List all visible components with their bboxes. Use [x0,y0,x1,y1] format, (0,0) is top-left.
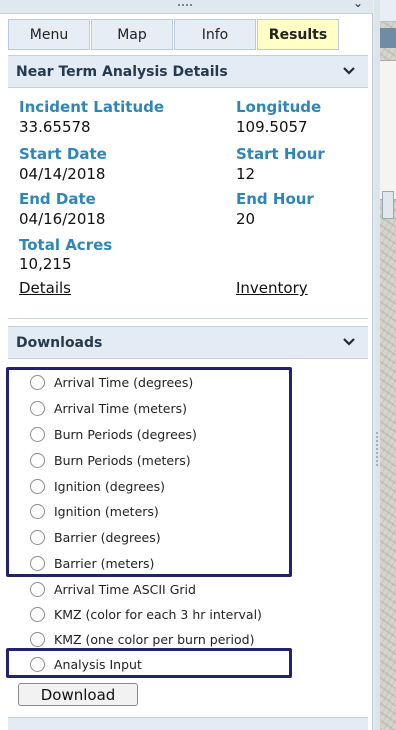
splitter-grip-icon[interactable] [376,432,378,466]
download-option-label: Arrival Time ASCII Grid [54,581,196,597]
highlight-box-analysis-input [6,648,292,678]
radio-unchecked-icon[interactable] [30,631,45,647]
details-section-header[interactable]: Near Term Analysis Details [8,55,368,88]
tab-results[interactable]: Results [257,19,339,50]
incident-latitude-label: Incident Latitude [19,98,165,116]
map-overlay-button[interactable] [382,191,394,219]
end-hour-label: End Hour [236,190,314,208]
start-hour-label: Start Hour [236,145,325,163]
map-overlay-panel [380,60,396,219]
details-section-title: Near Term Analysis Details [16,63,228,80]
map-toolbar [380,0,396,22]
inventory-link[interactable]: Inventory [236,279,308,297]
end-date-label: End Date [19,190,96,208]
map-view[interactable] [380,0,396,730]
highlight-box-grid-options [6,367,292,577]
start-date-value: 04/14/2018 [19,165,106,183]
start-hour-value: 12 [236,165,256,183]
tab-info[interactable]: Info [174,19,256,50]
radio-unchecked-icon[interactable] [30,581,45,597]
downloads-section-title: Downloads [16,334,103,351]
start-date-label: Start Date [19,145,107,163]
downloads-section-header[interactable]: Downloads [8,326,368,359]
details-link[interactable]: Details [19,279,71,297]
download-option-kmz-3hr[interactable]: KMZ (color for each 3 hr interval) [30,603,262,625]
section-divider [8,318,368,319]
longitude-value: 109.5057 [236,118,308,136]
end-hour-value: 20 [236,210,256,228]
longitude-label: Longitude [236,98,322,116]
left-panel: ⌄ Menu Map Info Results Near Term Analys… [0,0,373,730]
download-button[interactable]: Download [18,683,138,706]
chevron-down-icon[interactable] [342,334,356,348]
tab-map[interactable]: Map [91,19,173,50]
end-date-value: 04/16/2018 [19,210,106,228]
tab-menu[interactable]: Menu [8,19,90,50]
tab-bar: Menu Map Info Results [8,19,340,50]
map-control[interactable] [380,28,396,48]
total-acres-value: 10,215 [19,255,72,273]
download-option-arrival-time-ascii-grid[interactable]: Arrival Time ASCII Grid [30,578,196,600]
radio-unchecked-icon[interactable] [30,606,45,622]
download-option-kmz-burn-period[interactable]: KMZ (one color per burn period) [30,628,255,650]
incident-latitude-value: 33.65578 [19,118,91,136]
drag-dots [178,2,192,6]
chevron-down-icon[interactable] [342,63,356,77]
total-acres-label: Total Acres [19,236,113,254]
next-section-header [8,717,368,730]
chevron-down-icon[interactable]: ⌄ [353,0,363,10]
collapsed-header-strip: ⌄ [0,0,373,14]
download-option-label: KMZ (one color per burn period) [54,631,255,647]
download-option-label: KMZ (color for each 3 hr interval) [54,606,262,622]
